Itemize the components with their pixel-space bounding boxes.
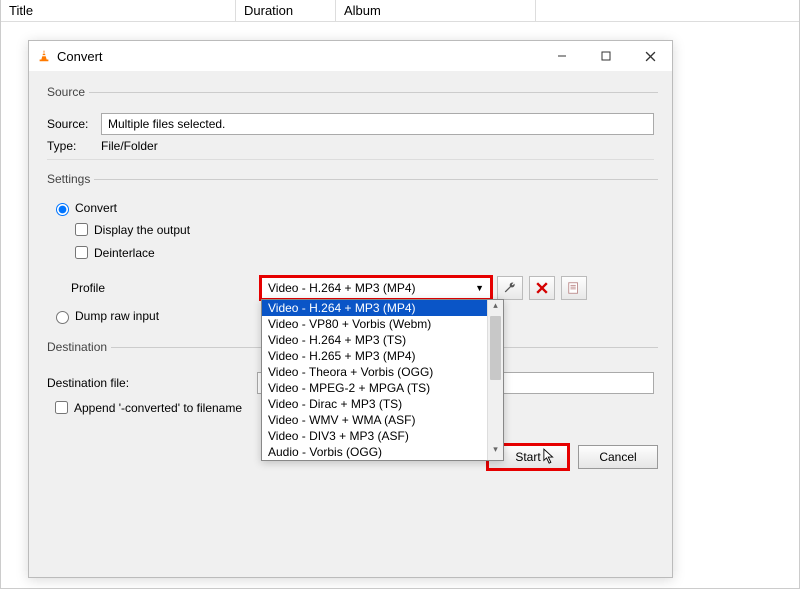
destination-legend: Destination [43,340,111,354]
maximize-button[interactable] [584,41,628,71]
dropdown-option[interactable]: Video - Dirac + MP3 (TS) [262,396,487,412]
profile-label: Profile [71,281,261,295]
convert-dialog: Convert Source Source: Type: File/Folder [28,40,673,578]
type-label: Type: [47,139,101,153]
deinterlace-checkbox[interactable]: Deinterlace [71,243,654,262]
wrench-icon [503,281,517,295]
scroll-thumb[interactable] [490,316,501,380]
cursor-icon [543,448,557,466]
dropdown-option[interactable]: Video - H.264 + MP3 (MP4) [262,300,487,316]
profile-dropdown[interactable]: Video - H.264 + MP3 (MP4) Video - VP80 +… [261,299,504,461]
new-profile-icon [567,281,581,295]
minimize-button[interactable] [540,41,584,71]
display-output-label: Display the output [94,223,190,237]
append-converted-input[interactable] [55,401,68,414]
dropdown-option[interactable]: Video - Theora + Vorbis (OGG) [262,364,487,380]
scroll-track[interactable] [488,380,503,444]
close-button[interactable] [628,41,672,71]
dump-raw-input[interactable] [56,311,69,324]
dump-raw-label: Dump raw input [75,309,159,323]
dropdown-option[interactable]: Video - H.264 + MP3 (TS) [262,332,487,348]
titlebar: Convert [29,41,672,71]
settings-group: Settings Convert Display the output Dein… [43,172,658,332]
chevron-down-icon: ▼ [475,283,484,293]
dropdown-option[interactable]: Video - MPEG-2 + MPGA (TS) [262,380,487,396]
close-icon [536,282,548,294]
dropdown-option[interactable]: Audio - Vorbis (OGG) [262,444,487,460]
source-legend: Source [43,85,89,99]
vlc-cone-icon [37,49,51,63]
cancel-button-label: Cancel [599,450,636,464]
scroll-down-icon[interactable]: ▾ [488,444,503,460]
convert-radio-input[interactable] [56,203,69,216]
background-header: Title Duration Album [1,0,799,22]
destination-file-label: Destination file: [47,376,257,390]
dropdown-scrollbar[interactable]: ▴ ▾ [487,300,503,460]
source-input[interactable] [101,113,654,135]
cancel-button[interactable]: Cancel [578,445,658,469]
dropdown-option[interactable]: Video - VP80 + Vorbis (Webm) [262,316,487,332]
column-title[interactable]: Title [1,0,236,21]
column-duration[interactable]: Duration [236,0,336,21]
convert-radio[interactable]: Convert [51,200,654,216]
profile-dropdown-list: Video - H.264 + MP3 (MP4) Video - VP80 +… [262,300,487,460]
delete-profile-button[interactable] [529,276,555,300]
edit-profile-button[interactable] [497,276,523,300]
display-output-checkbox[interactable]: Display the output [71,220,654,239]
profile-combobox[interactable]: Video - H.264 + MP3 (MP4) ▼ [261,277,491,299]
type-value: File/Folder [101,139,158,153]
settings-legend: Settings [43,172,94,186]
deinterlace-label: Deinterlace [94,246,155,260]
append-converted-label: Append '-converted' to filename [74,401,242,415]
new-profile-button[interactable] [561,276,587,300]
scroll-up-icon[interactable]: ▴ [488,300,503,316]
source-label: Source: [47,117,101,131]
dropdown-option[interactable]: Video - H.265 + MP3 (MP4) [262,348,487,364]
display-output-input[interactable] [75,223,88,236]
profile-value: Video - H.264 + MP3 (MP4) [268,281,416,295]
start-button-label: Start [515,450,540,464]
column-album[interactable]: Album [336,0,536,21]
deinterlace-input[interactable] [75,246,88,259]
convert-radio-label: Convert [75,201,117,215]
dropdown-option[interactable]: Video - DIV3 + MP3 (ASF) [262,428,487,444]
source-group: Source Source: Type: File/Folder [43,85,658,164]
dropdown-option[interactable]: Video - WMV + WMA (ASF) [262,412,487,428]
dialog-title: Convert [57,49,540,64]
